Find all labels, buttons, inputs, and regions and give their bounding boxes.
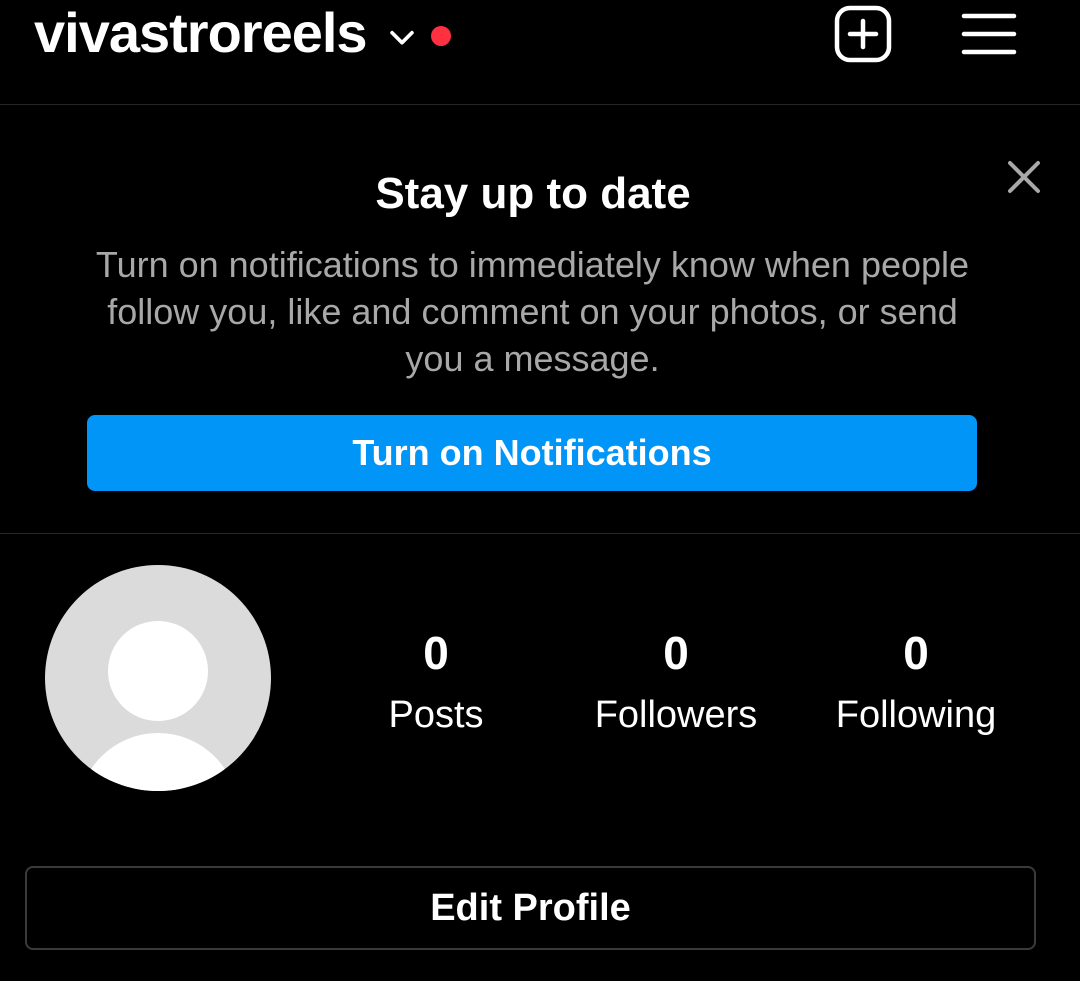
followers-label: Followers bbox=[594, 694, 758, 736]
turn-on-notifications-button[interactable]: Turn on Notifications bbox=[87, 415, 977, 491]
hamburger-menu-icon bbox=[961, 13, 1017, 55]
plus-square-icon bbox=[834, 5, 892, 63]
account-switcher[interactable]: vivastroreels bbox=[34, 0, 451, 66]
username-title: vivastroreels bbox=[34, 1, 368, 64]
avatar-silhouette-body bbox=[78, 733, 238, 791]
new-post-button[interactable] bbox=[831, 2, 895, 66]
followers-count: 0 bbox=[663, 627, 689, 679]
posts-stat[interactable]: 0 Posts bbox=[326, 620, 546, 744]
posts-label: Posts bbox=[388, 694, 484, 736]
following-count: 0 bbox=[903, 627, 929, 679]
posts-count: 0 bbox=[423, 627, 449, 679]
prompt-description: Turn on notifications to immediately kno… bbox=[95, 244, 970, 379]
following-stat[interactable]: 0 Following bbox=[806, 620, 1026, 744]
following-label: Following bbox=[835, 694, 997, 736]
top-app-bar: vivastroreels bbox=[0, 0, 1080, 105]
followers-stat[interactable]: 0 Followers bbox=[566, 620, 786, 744]
chevron-down-icon bbox=[389, 30, 414, 45]
menu-button[interactable] bbox=[957, 2, 1021, 66]
notifications-prompt: Stay up to date Turn on notifications to… bbox=[0, 105, 1080, 534]
default-avatar-icon bbox=[108, 621, 208, 721]
edit-profile-button[interactable]: Edit Profile bbox=[25, 866, 1036, 950]
avatar[interactable] bbox=[45, 565, 271, 791]
prompt-title: Stay up to date bbox=[375, 169, 691, 218]
notification-dot bbox=[430, 26, 451, 46]
